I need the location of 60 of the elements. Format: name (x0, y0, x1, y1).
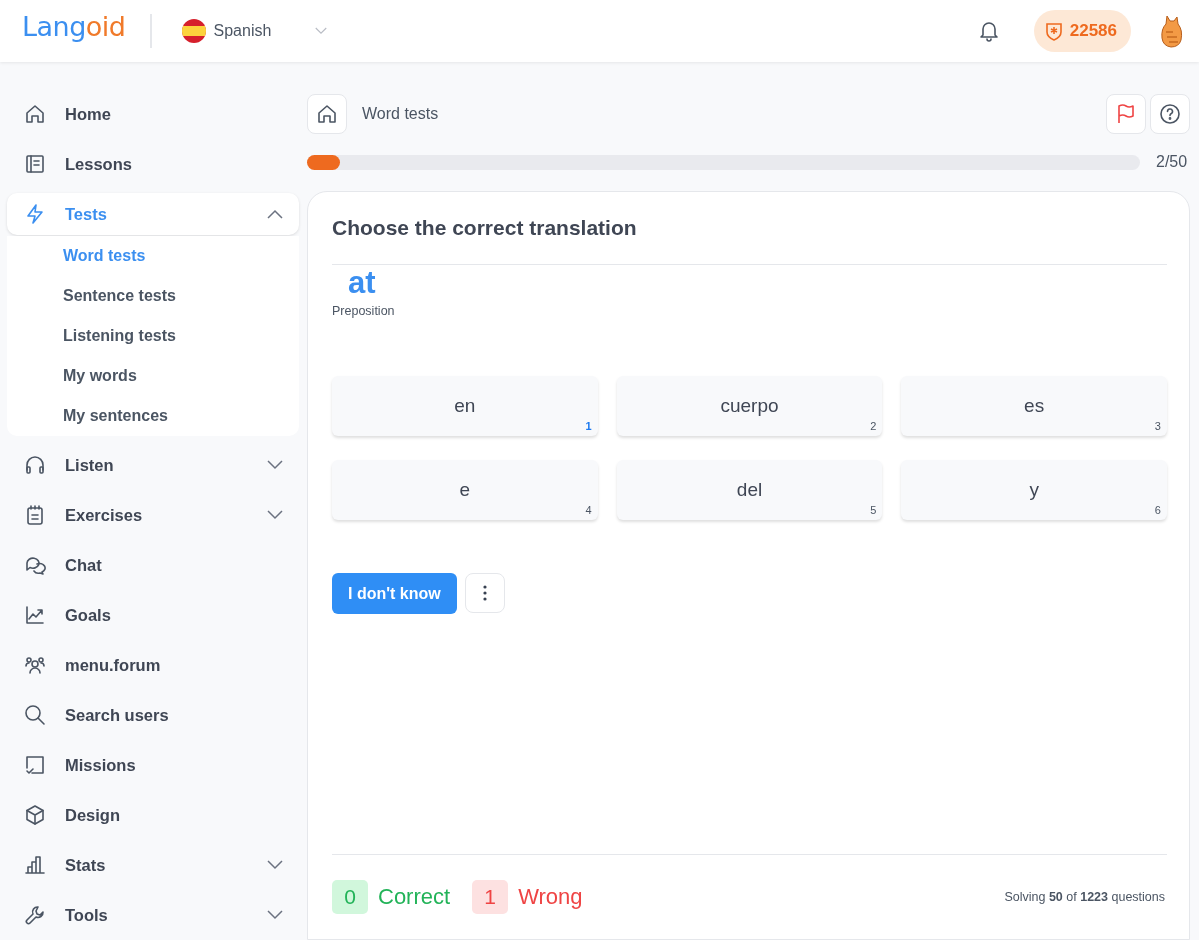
help-icon (1159, 103, 1181, 125)
checked-note-icon (24, 754, 46, 776)
submenu-item[interactable]: Sentence tests (7, 276, 299, 316)
cube-icon (24, 804, 46, 826)
bar-chart-icon (24, 854, 46, 876)
submenu-item[interactable]: My words (7, 356, 299, 396)
answer-option[interactable]: cuerpo 2 (616, 376, 883, 436)
chevron-icon[interactable] (267, 460, 283, 470)
sidebar-item[interactable]: Listen (7, 440, 299, 490)
sidebar-item[interactable]: Lessons (7, 139, 299, 189)
progress-reading: 2/50 (1156, 153, 1189, 171)
chevron-icon[interactable] (267, 510, 283, 520)
chevron-icon[interactable] (267, 910, 283, 920)
submenu-item[interactable]: Listening tests (7, 316, 299, 356)
clipboard-icon (24, 504, 46, 526)
answer-option[interactable]: en 1 (332, 376, 598, 436)
sidebar-item[interactable]: Chat (7, 540, 299, 590)
shield-star-icon (1043, 21, 1064, 41)
part-of-speech: Preposition (332, 304, 395, 318)
answer-option[interactable]: del 5 (616, 460, 883, 520)
home-button[interactable] (307, 94, 347, 134)
headphones-icon (24, 454, 46, 476)
sidebar-item[interactable]: Home (7, 89, 299, 139)
language-selector[interactable]: Spanish (181, 19, 328, 43)
home-icon (316, 103, 338, 125)
sidebar-item[interactable]: Tools (7, 890, 299, 940)
sidebar-item[interactable]: Stats (7, 840, 299, 890)
bell-icon[interactable] (977, 20, 1000, 42)
sidebar-item[interactable]: Search users (7, 690, 299, 740)
sidebar-item[interactable]: Goals (7, 590, 299, 640)
wrench-icon (24, 904, 46, 926)
chart-icon (24, 604, 46, 626)
wrong-label: Wrong (518, 884, 583, 910)
sidebar-item[interactable]: menu.forum (7, 640, 299, 690)
chevron-icon[interactable] (267, 860, 283, 870)
answer-option[interactable]: es 3 (901, 376, 1167, 436)
search-icon (24, 704, 46, 726)
notebook-icon (24, 153, 46, 175)
target-word: at (348, 265, 376, 300)
sidebar-item[interactable]: Design (7, 790, 299, 840)
sidebar-item[interactable]: Missions (7, 740, 299, 790)
home-icon (24, 103, 46, 125)
wrong-count: 1 (472, 880, 509, 914)
sidebar-item[interactable]: Exercises (7, 490, 299, 540)
flag-icon (1115, 103, 1137, 125)
chat-icon (24, 554, 46, 576)
more-icon (482, 585, 487, 601)
question-title: Choose the correct translation (332, 216, 1167, 265)
flag-icon (181, 19, 206, 43)
correct-count: 0 (332, 880, 368, 914)
breadcrumb: Word tests (362, 105, 440, 123)
answer-option[interactable]: e 4 (332, 460, 598, 520)
submenu-item[interactable]: My sentences (7, 396, 299, 436)
chevron-icon[interactable] (267, 209, 283, 219)
help-button[interactable] (1150, 94, 1190, 134)
people-icon (24, 654, 46, 676)
questions-summary: Solving 50 of 1223 questions (1004, 890, 1165, 904)
answer-option[interactable]: y 6 (901, 460, 1167, 520)
correct-label: Correct (378, 884, 451, 910)
lightning-icon (24, 203, 46, 225)
